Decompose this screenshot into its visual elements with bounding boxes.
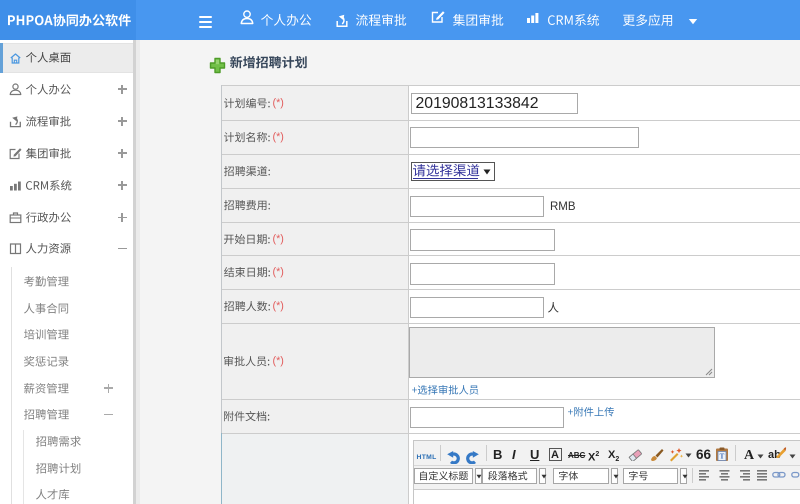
svg-text:T: T bbox=[720, 453, 725, 461]
